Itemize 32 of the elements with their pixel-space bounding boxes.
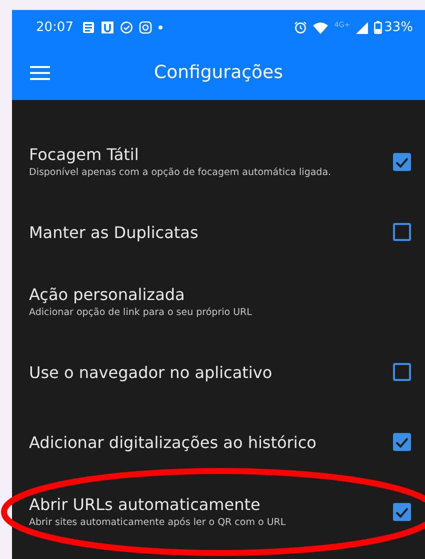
setting-item[interactable]: Adicionar digitalizações ao histórico xyxy=(12,407,425,477)
menu-icon xyxy=(30,66,50,80)
setting-item[interactable]: Manter as Duplicatas xyxy=(12,197,425,267)
setting-title: Adicionar digitalizações ao histórico xyxy=(29,432,318,452)
setting-item[interactable]: Focagem Tátil Disponível apenas com a opção de focagem automática ligada. xyxy=(12,127,425,197)
setting-description: Disponível apenas com a opção de focagem automática ligada. xyxy=(29,166,332,179)
checkbox[interactable] xyxy=(393,363,411,381)
checkbox[interactable] xyxy=(393,223,411,241)
camera-icon xyxy=(139,21,152,34)
setting-title: Ação personalizada xyxy=(29,285,186,304)
checkbox[interactable] xyxy=(393,433,411,451)
u-logo-icon xyxy=(101,21,114,34)
status-time: 20:07 xyxy=(36,20,74,35)
toolbar-title: Configurações xyxy=(153,62,284,83)
news-icon xyxy=(82,21,96,34)
check-circle-icon xyxy=(120,21,134,34)
setting-description: Abrir sites automaticamente após ler o QR com o URL xyxy=(29,516,287,529)
wifi-icon xyxy=(313,22,328,34)
setting-item[interactable]: Ação personalizada Adicionar opção de link para o seu próprio URL xyxy=(12,267,425,337)
battery-icon xyxy=(374,21,382,34)
alarm-icon xyxy=(294,21,308,34)
setting-description: Adicionar opção de link para o seu próprio URL xyxy=(29,306,253,319)
checkbox[interactable] xyxy=(393,153,411,171)
setting-title: Abrir URLs automaticamente xyxy=(29,495,262,514)
setting-title: Use o navegador no aplicativo xyxy=(29,362,274,382)
setting-title: Focagem Tátil xyxy=(29,145,140,164)
setting-title: Manter as Duplicatas xyxy=(29,222,200,242)
signal-icon xyxy=(356,22,368,34)
checkbox[interactable] xyxy=(393,503,411,521)
battery-percent: 33% xyxy=(384,20,413,35)
dot-icon xyxy=(158,25,164,30)
setting-item[interactable]: Use o navegador no aplicativo xyxy=(12,337,425,407)
